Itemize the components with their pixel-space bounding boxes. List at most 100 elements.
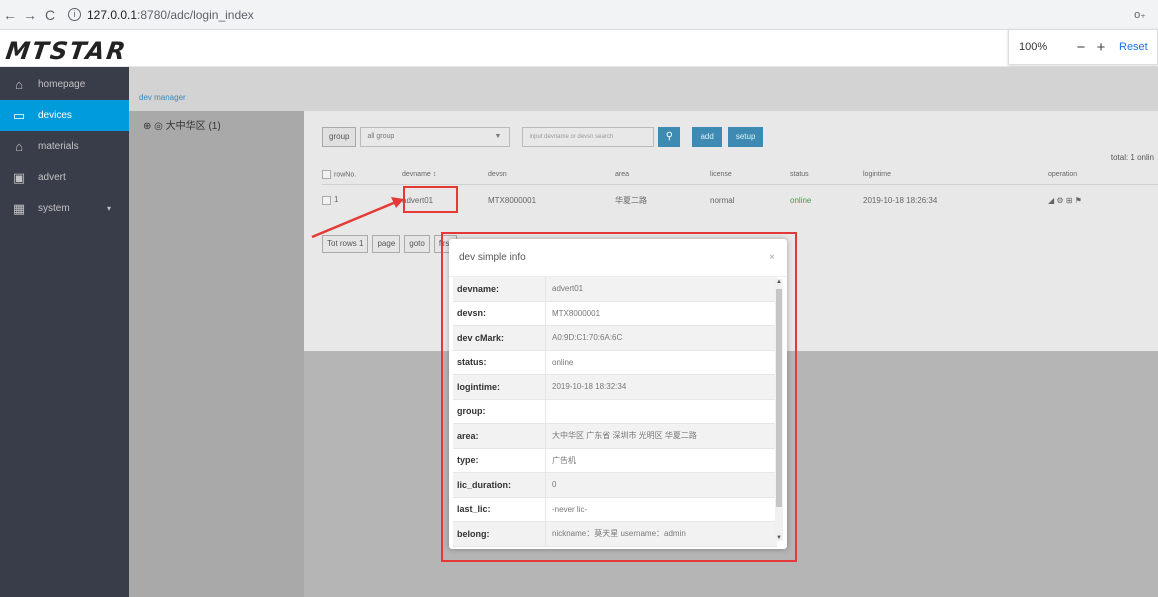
back-icon[interactable]: ← [0,7,20,23]
materials-icon: ⌂ [15,139,23,154]
search-input[interactable]: input devname or devsn search [522,127,655,147]
info-row: devname: advert01 [453,277,777,302]
highlight-box [403,186,458,213]
address-bar[interactable]: i 127.0.0.1:8780/adc/login_index [68,8,254,22]
col-status: status [790,171,809,178]
info-row: belong: nickname：莫天星 username：admin [453,522,777,547]
info-row: dev cMark: A0:9D:C1:70:6A:6C [453,326,777,351]
zoom-in-button[interactable]: + [1091,39,1111,56]
col-area: area [615,171,630,178]
reload-icon[interactable]: C [40,7,60,23]
dialog-body: devname: advert01 devsn: MTX8000001 dev cM… [453,277,777,547]
sidebar-item-materials[interactable]: ⌂ materials [0,131,129,162]
col-devname[interactable]: devname ↕ [402,171,488,178]
search-icon: ⚲ [665,131,674,142]
browser-toolbar: ← → C i 127.0.0.1:8780/adc/login_index o… [0,0,1158,30]
scroll-down-icon[interactable]: ▼ [775,535,783,541]
zoom-reset-button[interactable]: Reset [1119,41,1148,53]
sidebar-item-advert[interactable]: ▣ advert [0,162,129,193]
info-value: advert01 [552,284,584,294]
col-logintime: logintime [863,171,892,178]
info-row: status: online [453,350,777,375]
info-value: -never lic- [552,504,588,514]
breadcrumb[interactable]: dev manager [139,93,186,102]
group-tree-pane: ⊕ ◎ 大中华区 (1) [129,111,304,597]
sidebar-item-devices[interactable]: ▭ devices [0,100,129,131]
chevron-down-icon: ▼ [494,133,502,140]
system-icon: ▦ [12,200,26,216]
sidebar-item-label: devices [38,110,72,121]
select-all-checkbox[interactable] [322,170,331,179]
dialog-title-text: dev simple info [459,252,526,263]
zoom-popup: 100% − + Reset [1008,29,1158,65]
info-key: last_lic: [453,497,546,521]
home-icon: ⌂ [15,77,23,92]
sidebar-item-label: homepage [38,79,86,90]
info-key: devname: [453,277,546,301]
col-devsn: devsn [488,171,507,178]
chevron-down-icon: ▾ [106,204,111,213]
dialog-scrollbar[interactable]: ▲ ▼ [775,279,783,541]
scroll-up-icon[interactable]: ▲ [775,279,783,285]
search-button[interactable]: ⚲ [658,127,681,147]
status-badge: online [790,195,812,205]
zoom-level: 100% [1019,41,1048,53]
info-key: dev cMark: [453,326,546,350]
breadcrumb-bar: dev manager [129,67,1158,111]
col-license: license [710,171,732,178]
dialog-title: dev simple info × [449,239,787,277]
total-rows: Tot rows 1 [322,235,369,253]
info-value: A0:9D:C1:70:6A:6C [552,333,623,343]
password-key-icon[interactable]: o⁠₊ [1134,8,1146,21]
info-value: 0 [552,480,557,490]
info-row: group: [453,399,777,424]
goto-button[interactable]: goto [404,235,430,253]
filter-bar: group all group ▼ input devname or devsn … [322,127,764,147]
sidebar-item-label: advert [38,172,66,183]
row-no-value: 1 [334,195,339,205]
info-key: devsn: [453,301,546,325]
info-row: devsn: MTX8000001 [453,301,777,326]
info-row: logintime: 2019-10-18 18:32:34 [453,375,777,400]
info-value: nickname：莫天星 username：admin [552,529,686,539]
sidebar-item-label: materials [38,141,79,152]
sidebar-item-system[interactable]: ▦ system ▾ [0,193,129,224]
scrollbar-thumb[interactable] [776,289,782,507]
forward-icon[interactable]: → [20,7,40,23]
group-label: group [322,127,357,147]
advert-icon: ▣ [12,169,26,185]
page-input[interactable]: page [372,235,401,253]
info-key: belong: [453,522,546,546]
info-key: lic_duration: [453,473,546,497]
setup-button[interactable]: setup [727,127,764,147]
info-value: 大中华区 广东省 深圳市 光明区 华夏二路 [552,431,697,441]
info-row: lic_duration: 0 [453,473,777,498]
sidebar-item-homepage[interactable]: ⌂ homepage [0,69,129,100]
sidebar: ⌂ homepage ▭ devices ⌂ materials ▣ adver… [0,67,129,597]
info-icon[interactable]: i [68,8,81,21]
brand-logo: MTSTAR [4,37,130,65]
dev-info-dialog: dev simple info × devname: advert01 devsn… [449,239,787,549]
row-no: 1 [322,195,402,205]
info-row: type: 广告机 [453,448,777,473]
add-button[interactable]: add [692,127,722,147]
info-value: MTX8000001 [552,308,601,318]
info-row: last_lic: -never lic- [453,497,777,522]
info-key: status: [453,350,546,374]
zoom-out-button[interactable]: − [1071,39,1091,56]
info-row: area: 大中华区 广东省 深圳市 光明区 华夏二路 [453,424,777,449]
row-checkbox[interactable] [322,195,331,205]
info-key: area: [453,424,546,448]
tree-node-root[interactable]: ⊕ ◎ 大中华区 (1) [143,117,221,132]
table-header: rowNo. devname ↕ devsn area license stat… [322,165,1158,185]
col-label: rowNo. [334,171,357,179]
group-select[interactable]: all group ▼ [360,127,511,147]
device-icon: ▭ [12,107,26,123]
info-key: type: [453,448,546,472]
info-value: 2019-10-18 18:32:34 [552,382,627,392]
col-rowno: rowNo. [322,170,402,179]
operation-icons[interactable]: ◢ ⚙ ⊞ ⚑ [1048,196,1158,205]
license-cell: normal [710,195,735,205]
info-value: online [552,357,574,367]
close-icon[interactable]: × [769,239,775,277]
